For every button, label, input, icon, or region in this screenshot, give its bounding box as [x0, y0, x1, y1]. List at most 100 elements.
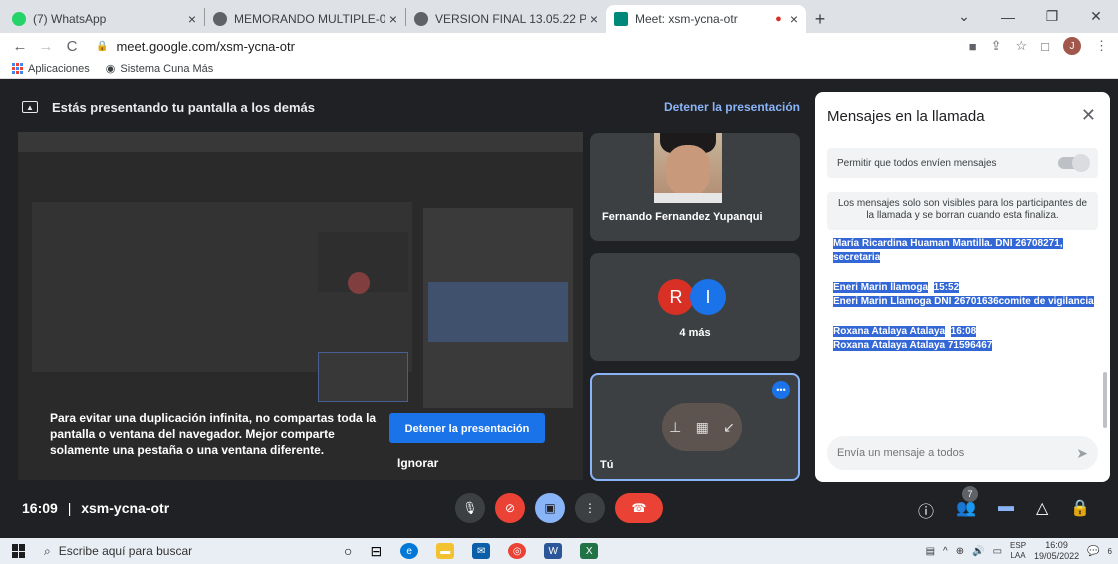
- bookmark-sistema-cuna-mas[interactable]: ◉ Sistema Cuna Más: [106, 62, 214, 76]
- participant-name: Fernando Fernandez Yupanqui: [602, 211, 763, 223]
- close-icon[interactable]: ×: [790, 11, 798, 27]
- duplication-warning: Para evitar una duplicación infinita, no…: [50, 411, 377, 457]
- more-options-button[interactable]: ⋮: [575, 493, 605, 523]
- network-icon[interactable]: ⊕: [956, 546, 964, 557]
- restore-button[interactable]: ❐: [1030, 0, 1074, 33]
- search-icon: ⌕: [44, 543, 51, 558]
- close-icon[interactable]: ×: [590, 11, 598, 27]
- frame-icon[interactable]: ▦: [696, 419, 709, 436]
- ignore-button[interactable]: Ignorar: [397, 456, 438, 470]
- info-icon[interactable]: ⓘ: [918, 498, 934, 522]
- chat-info: Los mensajes solo son visibles para los …: [827, 192, 1098, 230]
- camera-icon[interactable]: ■: [969, 39, 977, 54]
- avatar: I: [690, 279, 726, 315]
- host-controls-icon[interactable]: 🔒: [1070, 498, 1090, 522]
- presenting-banner: ▲ Estás presentando tu pantalla a los de…: [18, 94, 800, 120]
- present-icon: ▣: [544, 501, 556, 515]
- microphone-icon: 🎙: [462, 501, 478, 515]
- task-view-icon[interactable]: ⊟: [370, 543, 382, 560]
- apps-grid-icon: [12, 63, 23, 74]
- bookmark-apps[interactable]: Aplicaciones: [12, 63, 90, 75]
- sidebar-icon[interactable]: □: [1041, 39, 1049, 54]
- chevron-up-icon[interactable]: ^: [943, 546, 948, 557]
- leave-call-button[interactable]: ☎: [615, 493, 663, 523]
- tab-whatsapp[interactable]: (7) WhatsApp ×: [4, 5, 204, 33]
- chat-message: Eneri Marin llamoga 15:52 Eneri Marin Ll…: [833, 282, 1094, 307]
- camera-off-button[interactable]: ⊘: [495, 493, 525, 523]
- system-tray: ▤ ^ ⊕ 🔊 ▭ ESP LAA 16:09 19/05/2022 💬 6: [926, 538, 1112, 564]
- participant-tile-more[interactable]: R I 4 más: [590, 253, 800, 361]
- back-icon[interactable]: ←: [10, 38, 30, 55]
- stop-presenting-button[interactable]: Detener la presentación: [389, 413, 545, 443]
- excel-icon[interactable]: X: [580, 543, 599, 559]
- pin-icon[interactable]: ⊥: [669, 419, 681, 436]
- new-tab-button[interactable]: +: [806, 5, 834, 33]
- message-sender: Roxana Atalaya Atalaya: [833, 326, 946, 337]
- file-explorer-icon[interactable]: ▬: [436, 543, 455, 559]
- chat-scrollbar[interactable]: [1103, 372, 1107, 428]
- more-vert-icon: ⋮: [584, 501, 596, 515]
- avatar: R: [658, 279, 694, 315]
- tab-version-final[interactable]: VERSION FINAL 13.05.22 PRECIS ×: [406, 5, 606, 33]
- side-controls: ⓘ 7 👥 ▬ △ 🔒: [918, 486, 1090, 522]
- volume-icon[interactable]: 🔊: [972, 546, 984, 557]
- meet-area: ▲ Estás presentando tu pantalla a los de…: [0, 80, 1118, 538]
- send-icon[interactable]: ➤: [1076, 445, 1088, 462]
- message-sender: Eneri Marin llamoga: [833, 282, 929, 293]
- message-input[interactable]: [837, 447, 1077, 459]
- minimize-icon[interactable]: ↙: [723, 419, 735, 436]
- forward-icon[interactable]: →: [36, 38, 56, 55]
- keyboard-icon[interactable]: ▤: [926, 546, 935, 557]
- edge-icon[interactable]: e: [400, 543, 419, 559]
- hang-up-icon: ☎: [631, 501, 647, 515]
- tab-search-icon[interactable]: ⌄: [942, 0, 986, 33]
- minimize-button[interactable]: —: [986, 0, 1030, 33]
- menu-icon[interactable]: ⋮: [1095, 38, 1108, 54]
- people-icon: 👥: [956, 500, 976, 517]
- cortana-icon[interactable]: ○: [344, 543, 352, 559]
- profile-avatar[interactable]: J: [1063, 37, 1081, 55]
- allow-messages-toggle[interactable]: [1058, 154, 1090, 172]
- people-button[interactable]: 7 👥: [956, 486, 979, 522]
- taskbar-clock[interactable]: 16:09 19/05/2022: [1034, 540, 1079, 562]
- battery-icon[interactable]: ▭: [993, 546, 1002, 557]
- word-icon[interactable]: W: [544, 543, 563, 559]
- participant-tile-main[interactable]: Fernando Fernandez Yupanqui: [590, 133, 800, 241]
- activities-icon[interactable]: △: [1036, 498, 1048, 522]
- chat-messages: María Ricardina Huaman Mantilla. DNI 267…: [833, 237, 1095, 417]
- self-label: Tú: [600, 459, 614, 471]
- tab-meet[interactable]: Meet: xsm-ycna-otr ● ×: [606, 5, 806, 33]
- url-field[interactable]: 🔒 meet.google.com/xsm-ycna-otr: [96, 39, 295, 54]
- close-icon[interactable]: ×: [188, 11, 196, 27]
- windows-start-icon[interactable]: [12, 544, 26, 558]
- microphone-button[interactable]: 🎙: [455, 493, 485, 523]
- participant-tile-self[interactable]: ••• ⊥ ▦ ↙ Tú: [590, 373, 800, 481]
- taskbar-search[interactable]: ⌕ Escribe aquí para buscar: [38, 538, 288, 564]
- close-window-button[interactable]: ✕: [1074, 0, 1118, 33]
- message-time: 15:52: [933, 282, 960, 293]
- notifications-icon[interactable]: 💬: [1087, 546, 1099, 557]
- present-screen-icon: ▲: [22, 101, 38, 113]
- chat-panel: Mensajes en la llamada ✕ Permitir que to…: [815, 92, 1110, 482]
- reload-icon[interactable]: C: [62, 38, 82, 55]
- share-icon[interactable]: ⇪: [991, 38, 1002, 54]
- tab-memorando[interactable]: MEMORANDO MULTIPLE-00015 ×: [205, 5, 405, 33]
- language-indicator[interactable]: ESP LAA: [1010, 541, 1026, 561]
- more-participants-label: 4 más: [679, 327, 711, 339]
- message-time: 16:08: [950, 326, 977, 337]
- chrome-icon[interactable]: ◎: [508, 543, 527, 559]
- taskbar-apps: ○ ⊟ e ▬ ✉ ◎ W X: [344, 543, 599, 560]
- recording-dot-icon: ●: [775, 13, 782, 25]
- self-tile-controls: ⊥ ▦ ↙: [662, 403, 742, 451]
- meeting-details: 16:09 | xsm-ycna-otr: [22, 500, 170, 516]
- chat-message: Roxana Atalaya Atalaya 16:08 Roxana Atal…: [833, 326, 993, 351]
- close-icon[interactable]: ×: [389, 11, 397, 27]
- mail-icon[interactable]: ✉: [472, 543, 491, 559]
- chat-title: Mensajes en la llamada: [827, 108, 985, 125]
- stop-presenting-link[interactable]: Detener la presentación: [664, 100, 800, 114]
- close-icon[interactable]: ✕: [1081, 105, 1096, 126]
- more-options-icon[interactable]: •••: [772, 381, 790, 399]
- chat-icon[interactable]: ▬: [998, 498, 1014, 522]
- present-button[interactable]: ▣: [535, 493, 565, 523]
- star-icon[interactable]: ☆: [1015, 38, 1027, 54]
